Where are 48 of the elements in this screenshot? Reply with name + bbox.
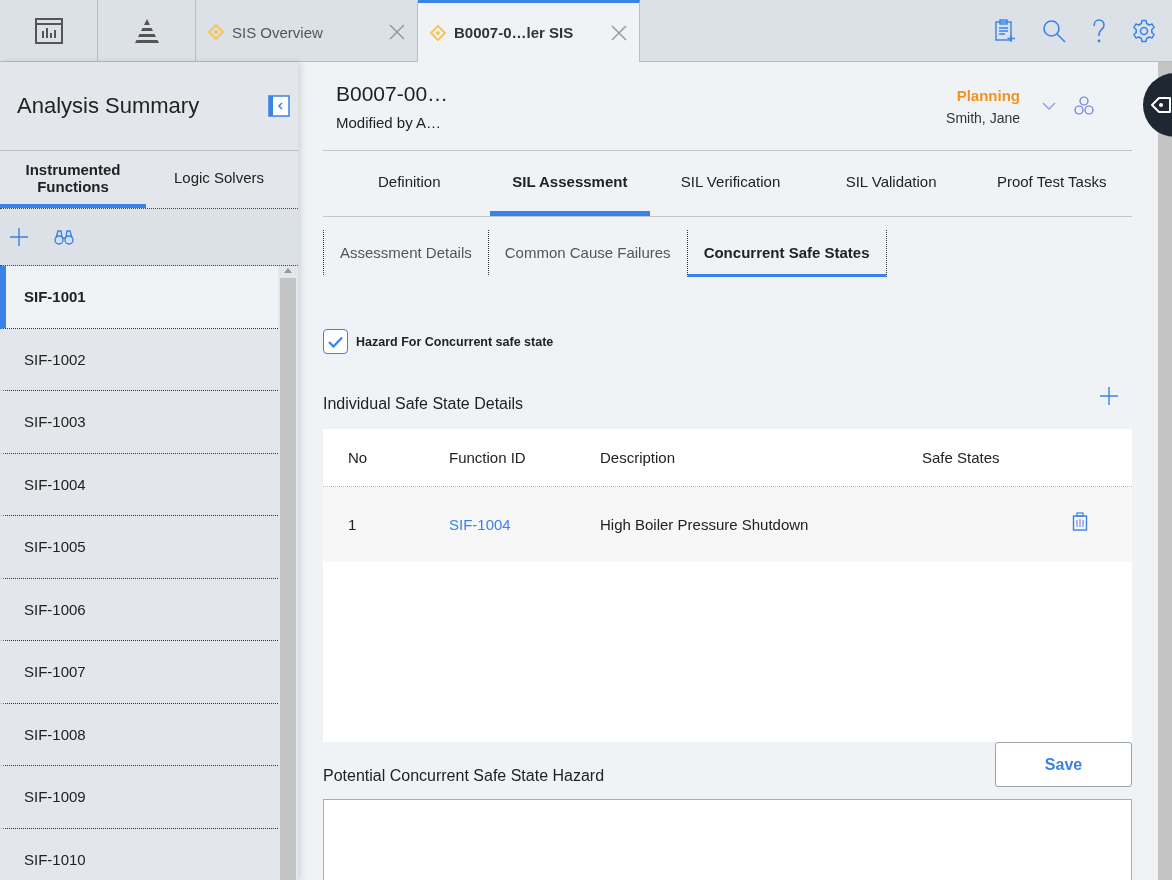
list-item[interactable]: SIF-1001 xyxy=(0,266,278,329)
section-title: Individual Safe State Details xyxy=(323,395,524,414)
column-header: Function ID xyxy=(449,449,527,466)
diamond-icon xyxy=(208,24,224,40)
document-tab[interactable]: B0007-0…ler SIS xyxy=(418,0,640,62)
record-title: B0007-00… xyxy=(336,81,450,106)
scrollbar[interactable] xyxy=(1158,62,1172,880)
table-cell-text: High Boiler Pressure Shutdown xyxy=(600,516,810,533)
sub-tab[interactable]: Assessment Details xyxy=(323,230,488,277)
scrollbar-thumb[interactable] xyxy=(280,278,296,880)
column-header: Safe States xyxy=(922,449,1001,466)
panel-title: Analysis Summary xyxy=(17,93,200,119)
tab[interactable]: SIL Assessment xyxy=(489,151,651,216)
add-icon[interactable] xyxy=(10,228,28,246)
save-button[interactable]: Save xyxy=(995,742,1132,787)
chart-window-icon[interactable] xyxy=(34,17,63,44)
close-icon[interactable] xyxy=(389,24,405,40)
column-header: Description xyxy=(600,449,677,466)
tab[interactable]: Proof Test Tasks xyxy=(971,151,1132,216)
close-icon[interactable] xyxy=(611,24,627,41)
tab[interactable]: Definition xyxy=(329,151,490,216)
tab[interactable]: SIL Verification xyxy=(650,151,811,216)
clipboard-add-icon[interactable] xyxy=(994,18,1016,43)
collapse-panel-icon[interactable] xyxy=(268,95,290,117)
sub-tab[interactable]: Concurrent Safe States xyxy=(686,230,887,277)
diamond-icon xyxy=(430,24,446,41)
column-header: No xyxy=(348,449,369,466)
tag-icon xyxy=(1151,97,1171,113)
trash-icon[interactable] xyxy=(1072,512,1088,531)
add-icon[interactable] xyxy=(1100,387,1118,405)
caret-icon[interactable] xyxy=(1042,102,1056,110)
search-icon[interactable] xyxy=(1042,18,1066,43)
table-cell-text: 1 xyxy=(348,516,358,533)
checkbox-label: Hazard For Concurrent safe state xyxy=(356,334,554,349)
sub-tab[interactable]: Common Cause Failures xyxy=(487,230,687,277)
settings-icon[interactable] xyxy=(1132,18,1156,43)
modified-by-text: Modified by A… xyxy=(336,113,443,131)
circles-icon[interactable] xyxy=(1074,96,1094,116)
panel-tab[interactable]: Logic Solvers xyxy=(146,151,292,208)
check-icon xyxy=(328,335,343,348)
binoculars-icon[interactable] xyxy=(54,229,74,245)
owner-name: Smith, Jane xyxy=(946,109,1020,126)
state-label: Planning xyxy=(956,86,1020,104)
checkbox[interactable] xyxy=(323,329,348,354)
field-label: Potential Concurrent Safe State Hazard xyxy=(323,767,605,786)
function-link[interactable]: SIF-1004 xyxy=(449,516,600,533)
tab[interactable]: SIL Validation xyxy=(810,151,972,216)
help-icon[interactable] xyxy=(1092,18,1106,43)
